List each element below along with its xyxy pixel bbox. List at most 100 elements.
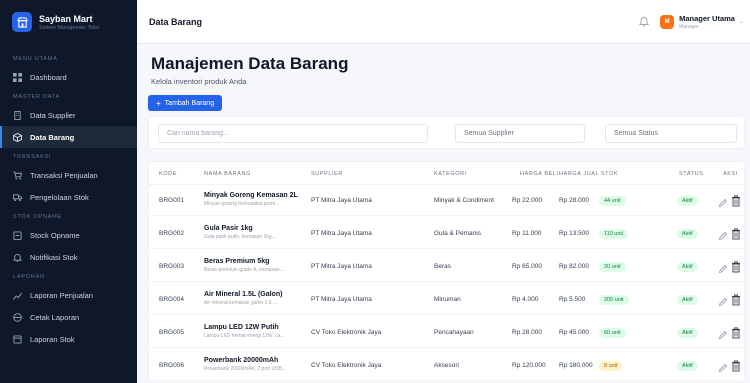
edit-pencil-icon[interactable] [718,228,728,241]
sidebar-item-data-supplier[interactable]: Data Supplier [0,104,137,126]
delete-trash-icon[interactable] [731,260,741,273]
report-icon [13,334,22,344]
add-item-button-label: Tambah Barang [164,99,215,107]
filter-bar: Semua Supplier Semua Status [148,116,745,149]
item-name: Beras Premium 5kg [204,258,270,265]
cell-kategori: Minyak & Condiment [434,197,494,204]
header-stok: STOK [601,171,619,177]
sidebar-item-stock-opname[interactable]: Stock Opname [0,224,137,246]
user-menu[interactable]: Manager Utama Manager [679,14,735,30]
table-row[interactable]: BRG004 Air Mineral 1.5L (Galon) Air minera… [149,284,744,315]
cell-nama-barang: Air Mineral 1.5L (Galon) Air mineral kema… [204,291,282,306]
table-row[interactable]: BRG005 Lampu LED 12W Putih Lampu LED hemat… [149,317,744,348]
user-role: Manager [679,23,699,30]
chevron-down-icon[interactable]: ⌄ [739,18,744,25]
avatar[interactable]: M [660,14,675,29]
sidebar-item-cetak-laporan[interactable]: Cetak Laporan [0,306,137,328]
delete-trash-icon[interactable] [731,194,741,207]
header-aksi: AKSI [723,171,738,177]
sidebar-item-laporan-penjualan[interactable]: Laporan Penjualan [0,284,137,306]
status-badge: Aktif [677,295,698,305]
brand-subtitle: Sistem Manajemen Toko [39,24,100,31]
sidebar-item-label: Data Barang [30,132,75,142]
section-label-stok-opname: STOK OPNAME [13,214,63,220]
cell-supplier: CV Toko Elektronik Jaya [311,362,382,369]
edit-pencil-icon[interactable] [718,360,728,373]
truck-icon [13,193,22,202]
item-description: Gula pasir putih, kemasan 1kg... [204,234,276,240]
stock-badge: 60 unit [599,328,626,338]
header-harga-beli: HARGA BELI [520,171,559,177]
cell-supplier: PT Mitra Jaya Utama [311,263,372,270]
sidebar-item-notifikasi-stok[interactable]: Notifikasi Stok [0,246,137,268]
building-icon [13,110,22,120]
sidebar-item-data-barang[interactable]: Data Barang [0,126,137,148]
section-label-transaksi: TRANSAKSI [13,154,52,160]
edit-pencil-icon[interactable] [718,294,728,307]
dashboard-icon [13,72,22,82]
sidebar-item-dashboard[interactable]: Dashboard [0,66,137,88]
cell-harga-beli: Rp 65.000 [512,263,542,270]
status-filter-value: Semua Status [614,130,658,137]
table-header: KODE NAMA BARANG SUPPLIER KATEGORI HARGA… [149,162,744,185]
cell-supplier: PT Mitra Jaya Utama [311,296,372,303]
brand[interactable]: Sayban Mart Sistem Manajemen Toko [0,0,137,44]
cell-harga-beli: Rp 22.000 [512,197,542,204]
cell-kode: BRG003 [159,263,184,270]
cell-nama-barang: Lampu LED 12W Putih Lampu LED hemat energ… [204,324,285,339]
item-name: Powerbank 20000mAh [204,357,279,364]
supplier-filter-select[interactable]: Semua Supplier [455,124,585,143]
cell-harga-jual: Rp 180.000 [559,362,593,369]
section-label-laporan: LAPORAN [13,274,45,280]
cell-kategori: Aksesori [434,362,459,369]
status-badge: Aktif [677,262,698,272]
page-subtitle: Kelola inventori produk Anda [151,77,247,86]
delete-trash-icon[interactable] [731,326,741,339]
sidebar-item-label: Pengelolaan Stok [30,192,89,202]
status-badge: Aktif [677,196,698,206]
stock-badge: 110 unit [599,229,629,239]
table-row[interactable]: BRG003 Beras Premium 5kg Beras premium gra… [149,251,744,282]
cell-kode: BRG005 [159,329,184,336]
table-row[interactable]: BRG001 Minyak Goreng Kemasan 2L Minyak gor… [149,185,744,216]
delete-trash-icon[interactable] [731,227,741,240]
search-input[interactable] [158,124,428,143]
cell-harga-beli: Rp 120.000 [512,362,546,369]
table-row[interactable]: BRG006 Powerbank 20000mAh Powerbank 20000m… [149,350,744,381]
header-kategori: KATEGORI [434,171,467,177]
add-item-button[interactable]: + Tambah Barang [148,95,223,111]
cell-harga-beli: Rp 11.000 [512,230,542,237]
cell-nama-barang: Beras Premium 5kg Beras premium grade A, … [204,258,284,273]
edit-pencil-icon[interactable] [718,261,728,274]
main-content: Manajemen Data Barang Kelola inventori p… [137,44,750,383]
item-description: Lampu LED hemat energi 12W, ca... [204,333,285,339]
sidebar-item-laporan-stok[interactable]: Laporan Stok [0,328,137,350]
status-filter-select[interactable]: Semua Status [605,124,737,143]
stock-badge: 20 unit [599,262,626,272]
notification-bell-icon[interactable] [638,16,650,28]
cell-kategori: Beras [434,263,451,270]
table-row[interactable]: BRG002 Gula Pasir 1kg Gula pasir putih, ke… [149,218,744,249]
page-title: Manajemen Data Barang [151,54,349,73]
cell-supplier: CV Toko Elektronik Jaya [311,329,382,336]
sidebar-item-label: Transaksi Penjualan [30,170,98,180]
sidebar-item-transaksi-penjualan[interactable]: Transaksi Penjualan [0,164,137,186]
sidebar-item-label: Data Supplier [30,110,76,120]
section-label-master-data: MASTER DATA [13,94,61,100]
brand-name: Sayban Mart [39,13,93,24]
edit-pencil-icon[interactable] [718,195,728,208]
sidebar-item-pengelolaan-stok[interactable]: Pengelolaan Stok [0,186,137,208]
delete-trash-icon[interactable] [731,359,741,372]
sidebar-item-label: Stock Opname [30,230,80,240]
edit-pencil-icon[interactable] [718,327,728,340]
store-logo-icon [12,12,32,32]
cell-kategori: Gula & Pemanis [434,230,481,237]
printer-icon [13,312,22,322]
cell-kode: BRG006 [159,362,184,369]
cell-harga-jual: Rp 28.000 [559,197,589,204]
delete-trash-icon[interactable] [731,293,741,306]
cell-supplier: PT Mitra Jaya Utama [311,197,372,204]
item-description: Minyak goreng berkualitas prem... [204,201,280,207]
cell-kode: BRG004 [159,296,184,303]
status-badge: Aktif [677,328,698,338]
